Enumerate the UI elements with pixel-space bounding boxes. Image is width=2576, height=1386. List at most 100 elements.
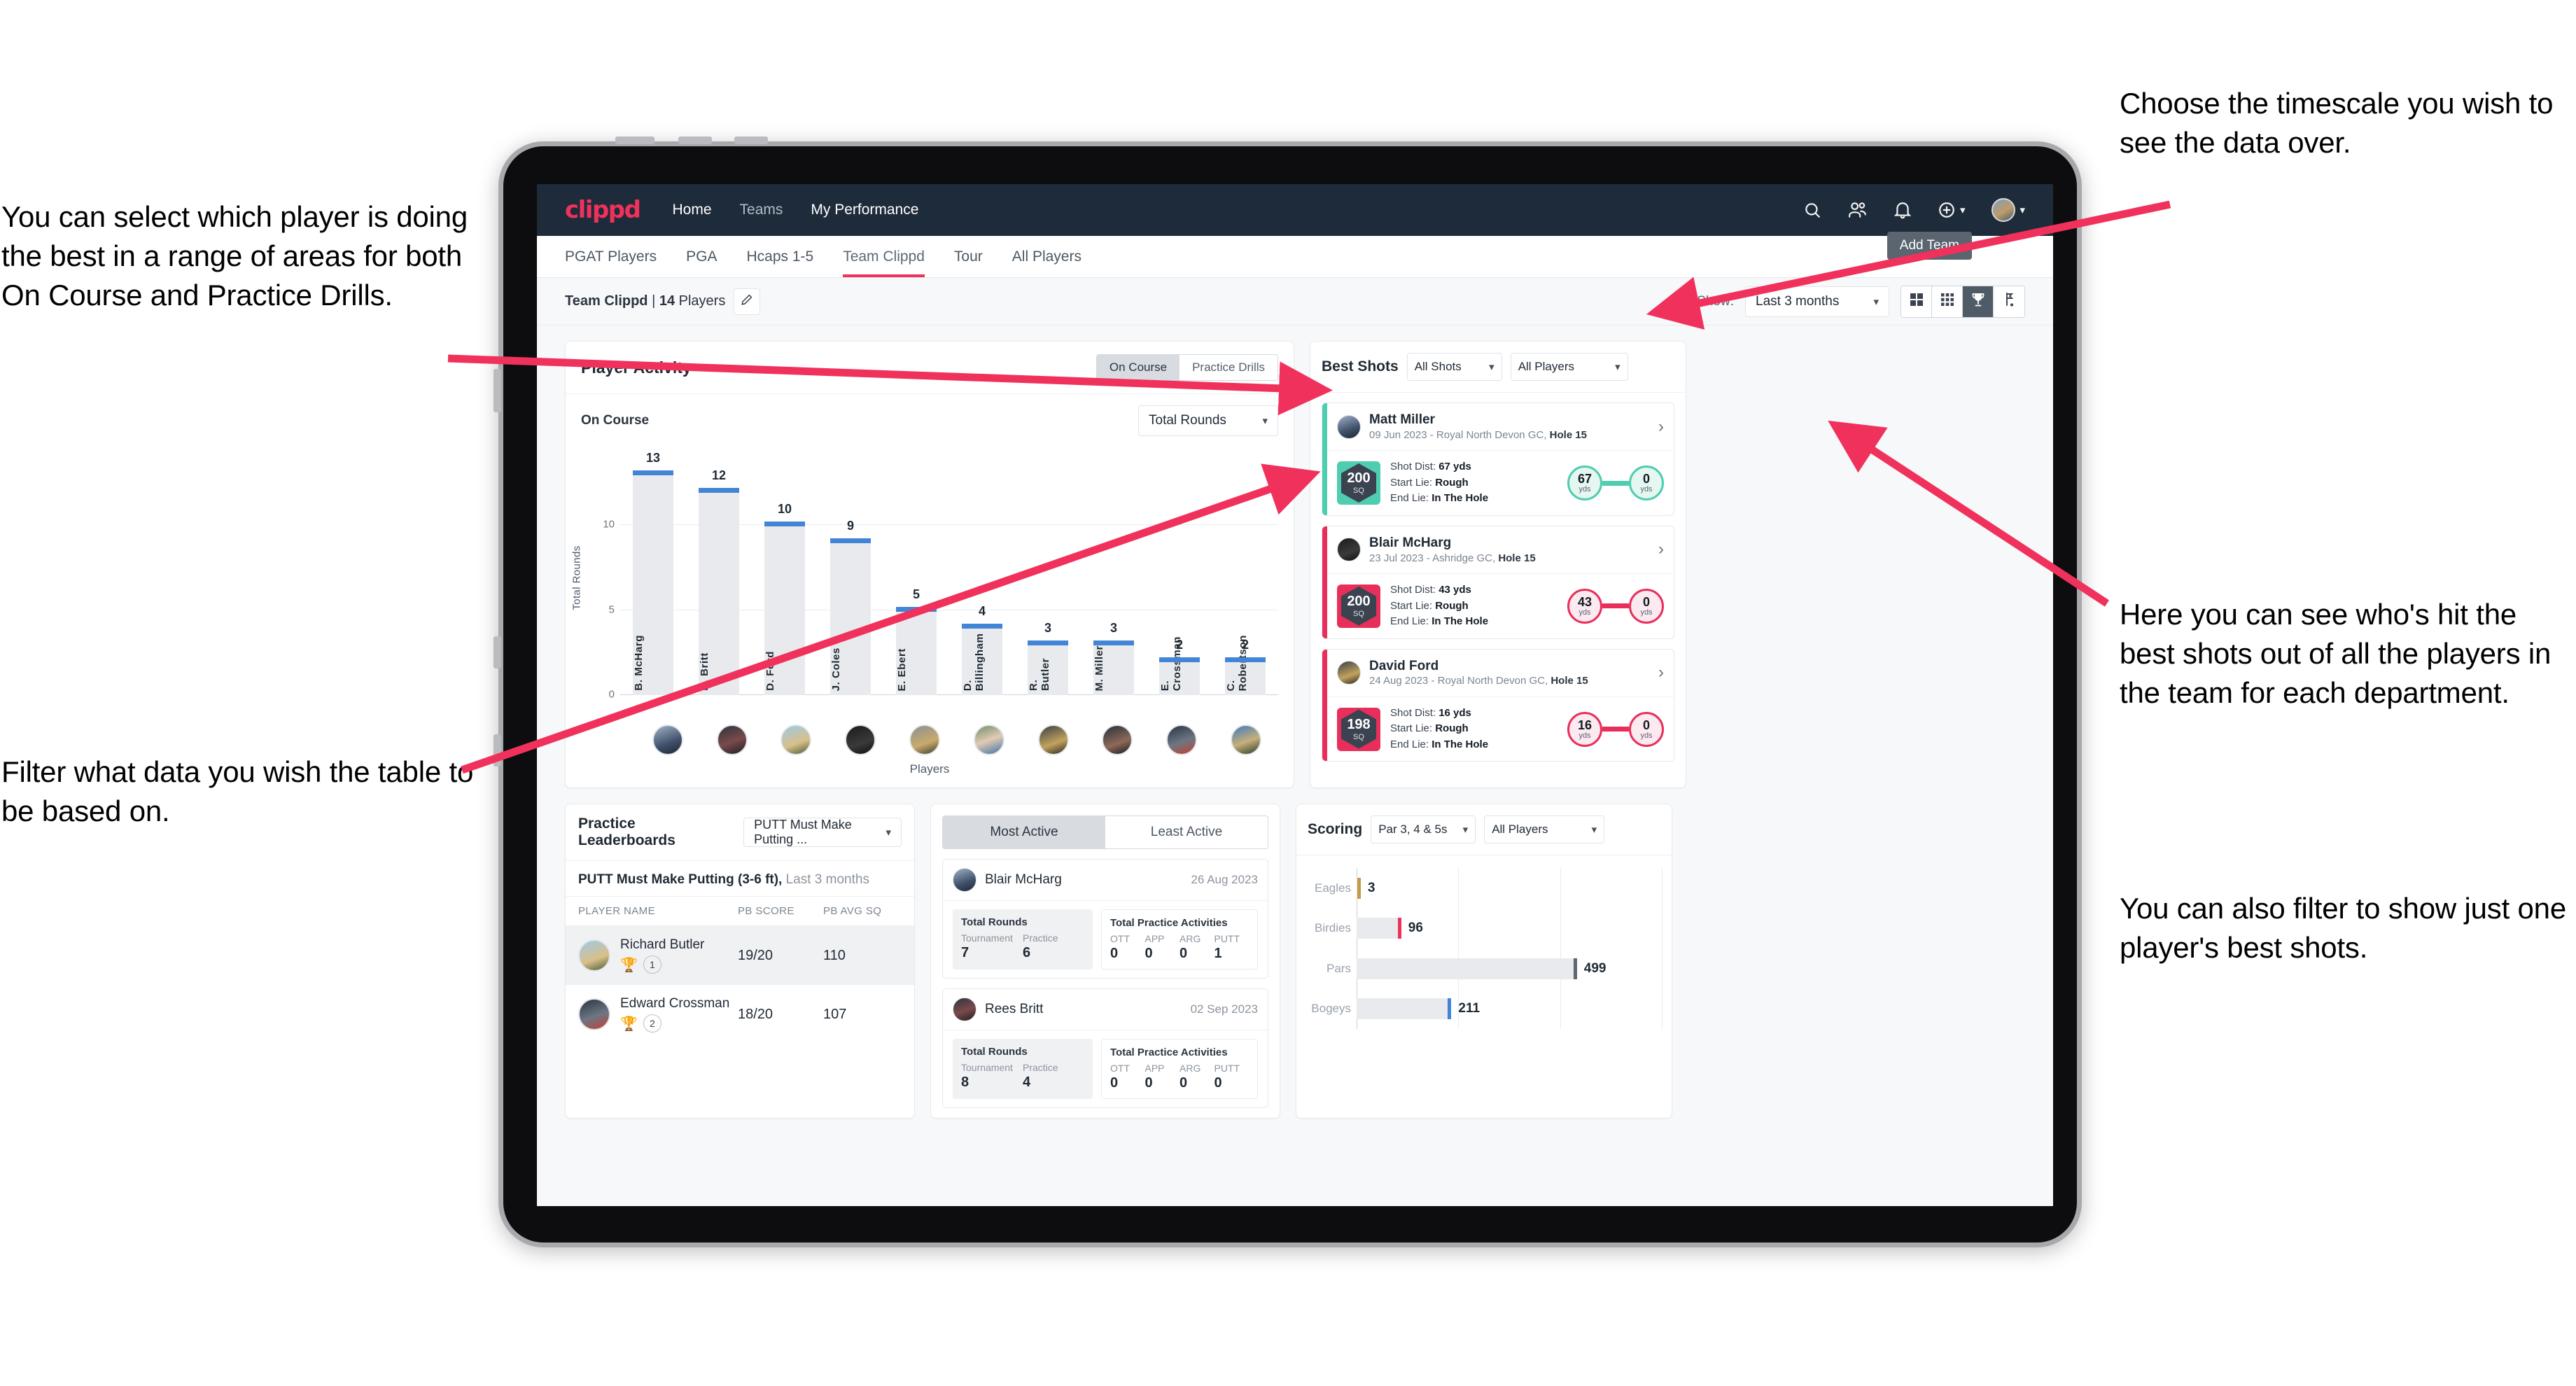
tab-most-active[interactable]: Most Active <box>943 816 1105 848</box>
timescale-select[interactable]: Last 3 months ▾ <box>1745 286 1889 317</box>
best-shot-item[interactable]: David Ford 24 Aug 2023 - Royal North Devo… <box>1322 648 1674 762</box>
best-shot-item[interactable]: Blair McHarg 23 Jul 2023 - Ashridge GC, H… <box>1322 525 1674 639</box>
chevron-down-icon: ▾ <box>886 827 891 839</box>
tab-team-clippd[interactable]: Team Clippd <box>843 236 925 277</box>
tab-tour[interactable]: Tour <box>954 236 983 277</box>
tablet-device: clippd Home Teams My Performance ▾ ▾ PGA… <box>493 136 2082 1247</box>
player-avatar-cell[interactable] <box>1086 724 1150 755</box>
people-icon[interactable] <box>1848 201 1868 219</box>
player-avatar-cell[interactable] <box>764 724 829 755</box>
player-avatar-cell[interactable] <box>892 724 957 755</box>
total-rounds-block: Total Rounds Tournament 7 Practice 6 <box>953 909 1093 969</box>
chevron-right-icon[interactable]: › <box>1658 663 1664 682</box>
practice-value: 0 <box>1110 1075 1119 1091</box>
avatar <box>652 724 683 755</box>
avatar <box>1231 724 1262 755</box>
user-avatar-menu[interactable]: ▾ <box>1991 198 2025 222</box>
segment-on-course[interactable]: On Course <box>1096 355 1180 380</box>
activity-item[interactable]: Blair McHarg 26 Aug 2023 Total Rounds Tourn… <box>942 859 1268 979</box>
scoring-bar-row[interactable]: Bogeys 211 <box>1311 998 1662 1020</box>
activity-date: 02 Sep 2023 <box>1190 1002 1258 1016</box>
bar-column[interactable]: 3 R. Butler <box>1015 457 1081 695</box>
tab-all-players[interactable]: All Players <box>1012 236 1082 277</box>
activity-item[interactable]: Rees Britt 02 Sep 2023 Total Rounds Tournam… <box>942 988 1268 1108</box>
practice-value: 0 <box>1180 946 1188 961</box>
nav-link-my-performance[interactable]: My Performance <box>811 202 918 218</box>
player-avatar-cell[interactable] <box>1149 724 1214 755</box>
chevron-right-icon[interactable]: › <box>1658 540 1664 559</box>
avatar <box>1337 414 1361 439</box>
scoring-bar-row[interactable]: Birdies 96 <box>1315 918 1662 939</box>
avatar <box>973 724 1004 755</box>
shot-dist-row: Shot Dist: 16 yds <box>1390 706 1488 722</box>
total-practice-block: Total Practice Activities OTT 0 APP 0 ARG 0 PUT… <box>1101 1039 1258 1099</box>
view-grid-small-button[interactable] <box>1932 286 1963 317</box>
bar-column[interactable]: 13 B. McHarg <box>620 451 686 695</box>
clippd-logo[interactable]: clippd <box>565 196 641 224</box>
practice-leaderboards-card: Practice Leaderboards PUTT Must Make Put… <box>565 804 915 1119</box>
best-shot-hole: Hole 15 <box>1550 675 1588 687</box>
nav-link-home[interactable]: Home <box>672 202 711 218</box>
bar-column[interactable]: 5 E. Ebert <box>883 457 949 695</box>
search-icon[interactable] <box>1803 201 1821 219</box>
player-avatar-cell[interactable] <box>828 724 892 755</box>
total-practice-title: Total Practice Activities <box>1110 917 1228 929</box>
rounds-value: 4 <box>1023 1074 1031 1090</box>
tab-pgat-players[interactable]: PGAT Players <box>565 236 657 277</box>
best-shot-identity: Matt Miller 09 Jun 2023 - Royal North Dev… <box>1369 412 1587 442</box>
player-avatar-cell[interactable] <box>957 724 1021 755</box>
best-shots-card: Best Shots All Shots ▾ All Players ▾ Mat… <box>1310 341 1686 788</box>
best-shot-item[interactable]: Matt Miller 09 Jun 2023 - Royal North Dev… <box>1322 402 1674 516</box>
table-row[interactable]: Richard Butler 🏆 1 19/20 110 <box>566 926 914 985</box>
table-row[interactable]: Edward Crossman 🏆 2 18/20 107 <box>566 985 914 1044</box>
bar: J. Coles <box>830 538 872 695</box>
player-activity-subheader: On Course Total Rounds ▾ <box>566 394 1294 439</box>
tab-hcaps-1-5[interactable]: Hcaps 1-5 <box>746 236 813 277</box>
player-avatar-cell[interactable] <box>636 724 700 755</box>
player-avatar-cell[interactable] <box>1214 724 1278 755</box>
bell-icon[interactable] <box>1893 201 1911 219</box>
bar-column[interactable]: 12 R. Britt <box>686 457 752 695</box>
tab-pga[interactable]: PGA <box>686 236 717 277</box>
segment-practice-drills[interactable]: Practice Drills <box>1180 355 1278 380</box>
best-shot-sep: - <box>1427 428 1436 441</box>
bar-column[interactable]: 4 D. Billingham <box>949 457 1015 695</box>
tab-least-active[interactable]: Least Active <box>1105 816 1268 848</box>
scoring-title: Scoring <box>1308 821 1363 837</box>
shot-type-select[interactable]: All Shots ▾ <box>1406 353 1502 381</box>
view-golf-flag-button[interactable] <box>1994 286 2024 317</box>
edit-team-button[interactable] <box>734 288 761 315</box>
plus-circle-icon[interactable]: ▾ <box>1938 201 1965 219</box>
par-select[interactable]: Par 3, 4 & 5s ▾ <box>1371 816 1476 844</box>
shot-quality-unit: SQ <box>1353 609 1364 618</box>
view-trophy-button[interactable] <box>1963 286 1994 317</box>
bar-column[interactable]: 9 J. Coles <box>818 457 883 695</box>
bar-column[interactable]: 2 C. Robertson <box>1212 457 1278 695</box>
scoring-bar-row[interactable]: Eagles 3 <box>1315 877 1662 899</box>
chart-plot-area: 0 5 10 13 B. McHarg 12 R. Britt 10 D. Ford 9 J. Co… <box>603 451 1278 701</box>
distance-connector <box>1602 727 1629 732</box>
distance-dumbbell: 16 yds 0 yds <box>1567 711 1664 747</box>
metric-select[interactable]: Total Rounds ▾ <box>1138 405 1278 436</box>
bar-column[interactable]: 10 D. Ford <box>752 457 818 695</box>
scoring-player-select[interactable]: All Players ▾ <box>1484 816 1605 844</box>
best-shots-title: Best Shots <box>1322 358 1399 374</box>
practice-cell: APP 0 <box>1145 1063 1180 1091</box>
start-lie-row: Start Lie: Rough <box>1390 598 1488 615</box>
player-avatar-cell[interactable] <box>1021 724 1086 755</box>
scoring-bar-row[interactable]: Pars 499 <box>1326 958 1662 979</box>
nav-link-teams[interactable]: Teams <box>740 202 783 218</box>
distance-from-circle: 16 yds <box>1567 711 1602 747</box>
bar-column[interactable]: 2 E. Crossman <box>1147 457 1212 695</box>
practice-value: 0 <box>1110 946 1119 961</box>
chevron-right-icon[interactable]: › <box>1658 417 1664 437</box>
leaderboard-player-name: Edward Crossman <box>620 996 730 1011</box>
view-grid-large-button[interactable] <box>1901 286 1932 317</box>
drill-select[interactable]: PUTT Must Make Putting ... ▾ <box>743 818 902 847</box>
bar: D. Ford <box>764 522 806 695</box>
player-avatar-cell[interactable] <box>700 724 764 755</box>
bar-column[interactable]: 3 M. Miller <box>1081 457 1147 695</box>
column-pb-score: PB SCORE <box>738 905 794 917</box>
shot-stats: Shot Dist: 43 yds Start Lie: Rough End Lie… <box>1390 582 1488 630</box>
best-shots-player-select[interactable]: All Players ▾ <box>1510 353 1628 381</box>
